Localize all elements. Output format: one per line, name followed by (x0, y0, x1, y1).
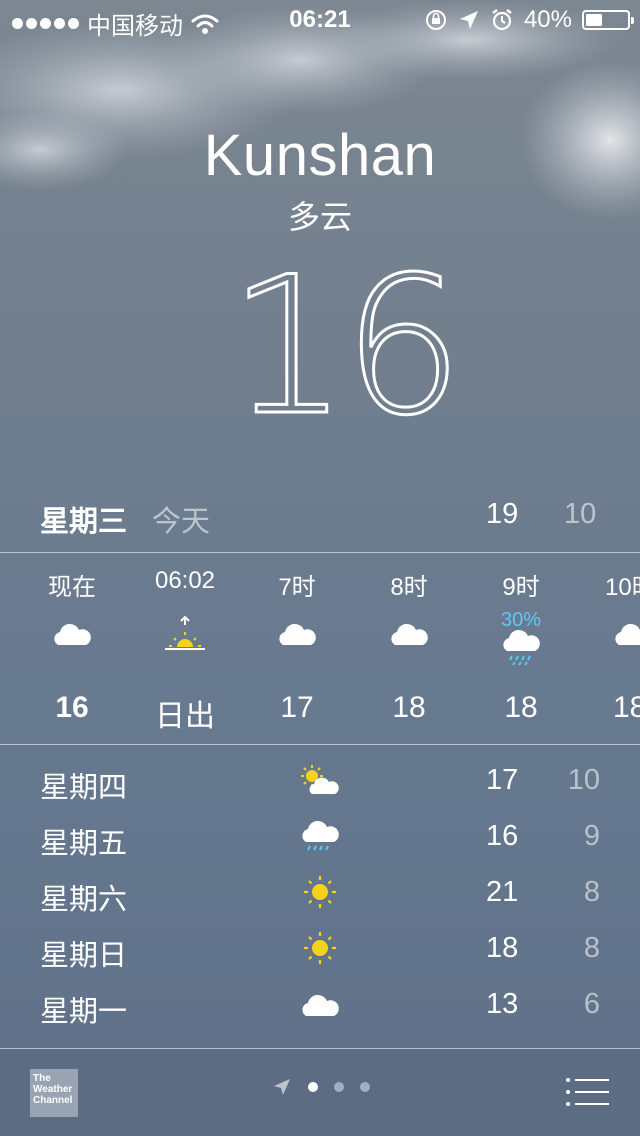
hour-temp: 16 (55, 691, 89, 724)
weather-channel-logo[interactable]: The Weather Channel (30, 1069, 78, 1117)
today-high: 19 (486, 498, 519, 530)
hour-label: 9时 (502, 574, 540, 601)
hour-label: 8时 (390, 574, 428, 601)
daily-row: 星期日 18 8 (0, 926, 640, 982)
cloud-icon (302, 994, 339, 1016)
page-indicator[interactable] (272, 1077, 370, 1097)
cloud-icon (54, 623, 91, 645)
day-name: 星期一 (40, 996, 128, 1028)
partly-sunny-icon (301, 765, 339, 794)
day-low: 8 (583, 876, 600, 908)
hour-temp: 18 (392, 691, 426, 724)
page-dot-active (308, 1082, 318, 1092)
hour-label: 7时 (278, 574, 316, 601)
current-temperature: 16° (228, 262, 468, 432)
day-high: 16 (486, 820, 519, 852)
page-dot (360, 1082, 370, 1092)
hour-label: 10时 (605, 574, 640, 601)
daily-forecast[interactable]: 星期四 17 10 星期五 16 9 星期六 21 8 星期日 18 8 星期一… (0, 758, 640, 1038)
day-name: 星期六 (40, 884, 128, 916)
battery-icon (582, 10, 634, 30)
rotation-lock-icon (425, 10, 446, 30)
day-low: 6 (583, 988, 600, 1020)
daily-row: 星期六 21 8 (0, 870, 640, 926)
current-temperature-text: 16° (228, 262, 468, 432)
day-name: 星期五 (40, 828, 128, 860)
battery-percent: 40% (523, 6, 572, 33)
day-low: 9 (583, 820, 600, 852)
hour-temp: 日出 (155, 700, 215, 733)
rain-cloud-icon (503, 629, 540, 666)
location-arrow-icon (274, 1079, 290, 1095)
city-name: Kunshan (203, 123, 437, 188)
cloud-icon (279, 623, 316, 645)
hour-label: 06:02 (154, 567, 216, 594)
divider (0, 744, 640, 745)
daily-row: 星期五 16 9 (0, 814, 640, 870)
day-high: 18 (486, 932, 519, 964)
provider-name: The Weather Channel (33, 1073, 73, 1106)
bottom-toolbar: The Weather Channel (0, 1049, 640, 1136)
hourly-forecast[interactable]: 现在 16 06:02 日出 7时 17 8时 18 9时 30% 18 10 … (0, 553, 640, 743)
day-high: 21 (486, 876, 519, 908)
sun-icon (304, 876, 336, 908)
day-name: 星期四 (40, 772, 128, 804)
sunrise-icon (165, 615, 205, 650)
today-day-name: 星期三 (40, 506, 128, 538)
current-condition: 多云 (287, 199, 352, 235)
today-label: 今天 (152, 506, 211, 538)
rain-cloud-icon (302, 820, 339, 851)
alarm-icon (492, 9, 512, 31)
day-high: 13 (486, 988, 519, 1020)
list-icon[interactable] (564, 1075, 610, 1109)
sun-icon (304, 932, 336, 964)
location-arrow-icon (459, 11, 478, 29)
hour-temp: 18 (504, 691, 538, 724)
hour-temp: 17 (280, 691, 314, 724)
page-dot (334, 1082, 344, 1092)
today-low: 10 (564, 498, 597, 530)
status-bar: 中国移动 06:21 40% (0, 0, 640, 40)
today-summary: 星期三 今天 19 10 (0, 498, 640, 538)
day-high: 17 (486, 764, 519, 796)
day-low: 10 (567, 764, 600, 796)
day-name: 星期日 (40, 940, 128, 972)
hour-temp: 18 (613, 691, 640, 724)
daily-row: 星期四 17 10 (0, 758, 640, 814)
cloud-icon (391, 623, 428, 645)
hour-label: 现在 (48, 574, 96, 601)
cloud-icon (615, 623, 640, 645)
day-low: 8 (583, 932, 600, 964)
daily-row: 星期一 13 6 (0, 982, 640, 1038)
